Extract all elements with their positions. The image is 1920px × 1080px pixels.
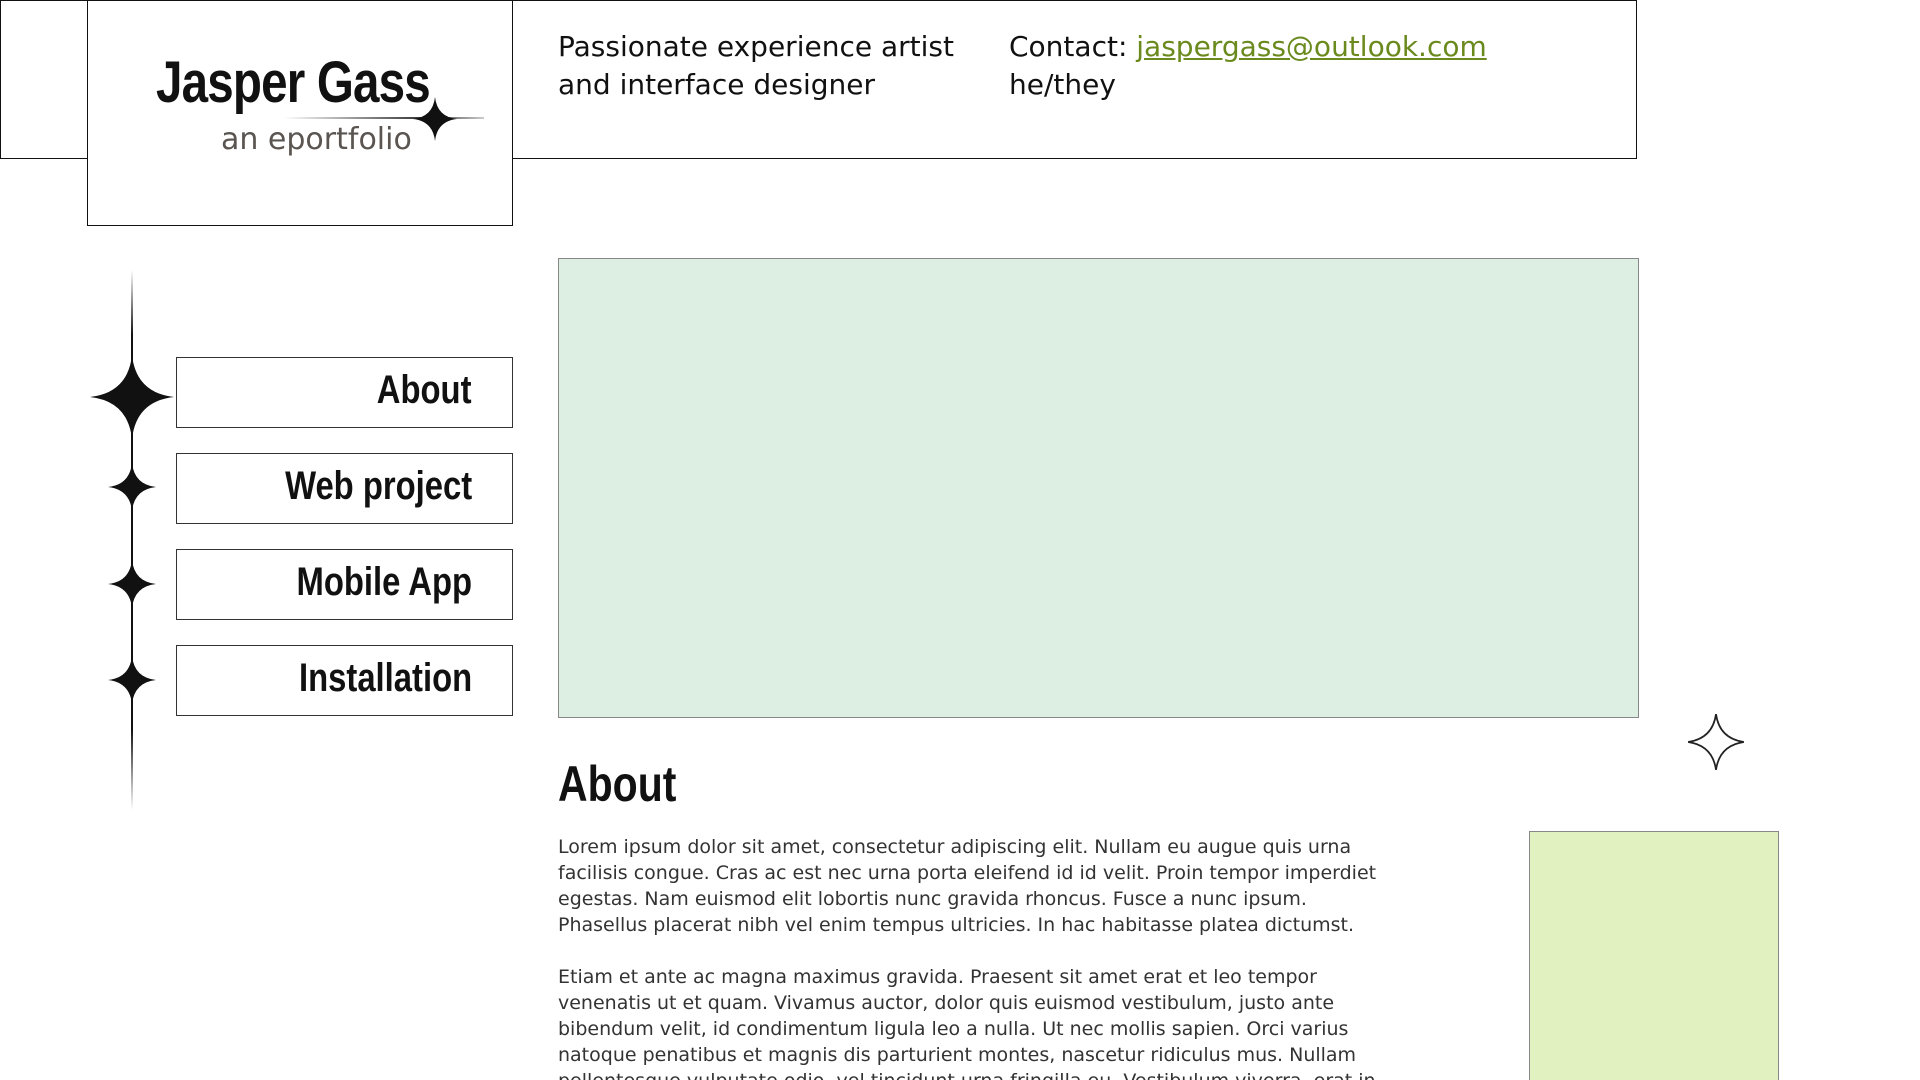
contact-label: Contact: [1009,30,1137,63]
nav-item-label: About [377,368,472,412]
site-title: Jasper Gass [156,50,431,115]
nav-item-about[interactable]: About [176,357,513,428]
star-icon [108,560,156,608]
star-icon [108,463,156,511]
portfolio-page: Jasper Gass an eportfolio Passionate exp… [0,0,1920,1080]
tagline: Passionate experience artist and interfa… [558,30,954,101]
section-title: About [558,756,677,812]
contact-email-link[interactable]: jaspergass@outlook.com [1136,30,1486,63]
star-icon [108,656,156,704]
star-icon [413,97,457,141]
contact-info: Contact: jaspergass@outlook.com he/they [1009,28,1487,104]
nav-item-label: Web project [284,464,472,508]
nav-item-installation[interactable]: Installation [176,645,513,716]
pronouns: he/they [1009,68,1116,101]
large-star-icon [90,355,174,439]
about-paragraph: Etiam et ante ac magna maximus gravida. … [558,966,1376,1080]
nav-item-web-project[interactable]: Web project [176,453,513,524]
hero-image-placeholder [558,258,1639,718]
site-subtitle: an eportfolio [221,122,412,157]
nav-item-label: Mobile App [296,560,472,604]
side-image-placeholder [1529,831,1779,1080]
outline-star-icon [1688,714,1744,770]
about-paragraph: Lorem ipsum dolor sit amet, consectetur … [558,836,1377,936]
nav-timeline-line [131,270,133,810]
nav-item-mobile-app[interactable]: Mobile App [176,549,513,620]
about-body: Lorem ipsum dolor sit amet, consectetur … [558,834,1398,1080]
logo-box[interactable]: Jasper Gass an eportfolio [87,0,513,226]
nav-item-label: Installation [298,656,472,700]
